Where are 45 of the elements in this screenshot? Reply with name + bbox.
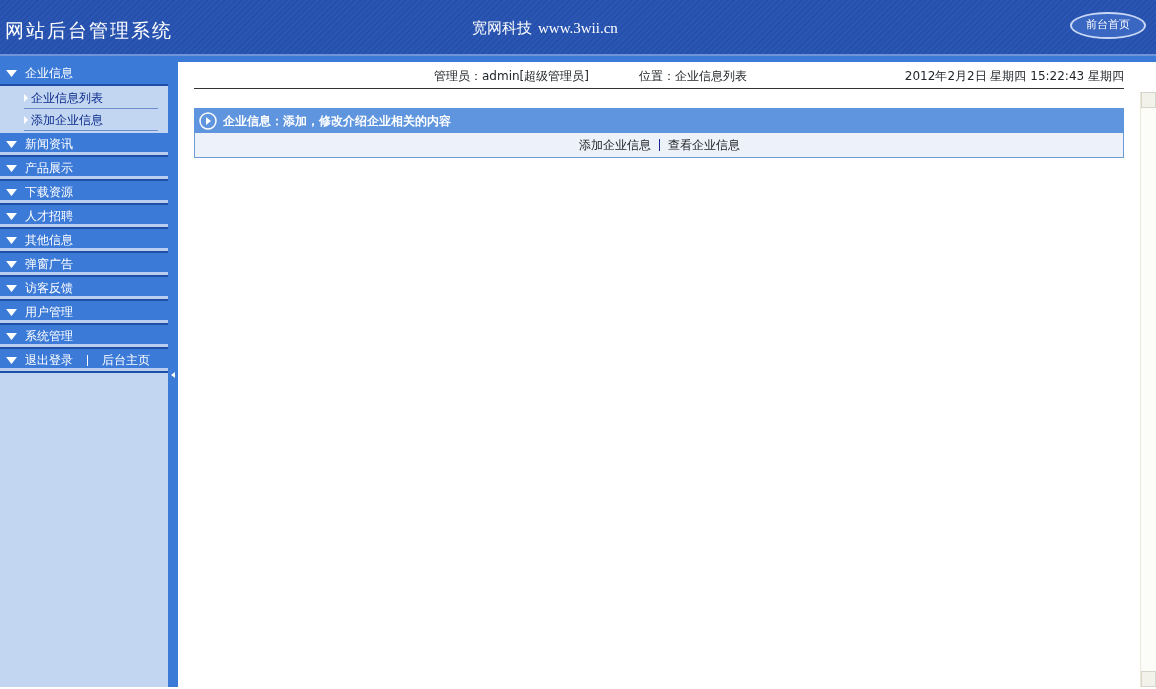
- admin-info: 管理员：admin[超级管理员]: [434, 68, 589, 85]
- triangle-down-icon: [6, 308, 17, 316]
- location-text: 位置：企业信息列表: [638, 68, 747, 85]
- footer-link[interactable]: 后台主页: [102, 351, 150, 369]
- site-url: www.3wii.cn: [538, 20, 618, 36]
- triangle-down-icon: [6, 164, 17, 172]
- menu-group[interactable]: 访客反馈: [0, 277, 168, 301]
- triangle-down-icon: [6, 236, 17, 244]
- triangle-down-icon: [6, 356, 17, 364]
- submenu-link[interactable]: 企业信息列表: [31, 88, 103, 107]
- play-circle-icon: [199, 111, 217, 130]
- menu-group[interactable]: 系统管理: [0, 325, 168, 349]
- submenu-link[interactable]: 添加企业信息: [31, 110, 103, 129]
- triangle-down-icon: [6, 284, 17, 292]
- scrollbar[interactable]: [1140, 92, 1156, 687]
- company-name: 宽网科技: [472, 19, 532, 37]
- triangle-right-icon: [24, 115, 28, 124]
- panel-link[interactable]: 添加企业信息: [578, 136, 651, 154]
- triangle-down-icon: [6, 69, 17, 77]
- scroll-up-button[interactable]: [1141, 92, 1156, 108]
- menu-group[interactable]: 用户管理: [0, 301, 168, 325]
- panel-title: 企业信息：添加，修改介绍企业相关的内容: [223, 112, 451, 130]
- triangle-down-icon: [6, 260, 17, 268]
- menu-group[interactable]: 企业信息: [0, 62, 168, 86]
- menu-group[interactable]: 人才招聘: [0, 205, 168, 229]
- frontend-home-link[interactable]: 前台首页: [1070, 12, 1146, 39]
- datetime-text: 2012年2月2日 星期四 15:22:43 星期四: [904, 68, 1124, 85]
- menu-group[interactable]: 新闻资讯: [0, 133, 168, 157]
- sidebar-splitter[interactable]: [168, 62, 178, 687]
- triangle-down-icon: [6, 212, 17, 220]
- separator: [87, 354, 88, 366]
- triangle-right-icon: [24, 93, 28, 102]
- menu-group[interactable]: 下载资源: [0, 181, 168, 205]
- collapse-arrow-icon: [171, 371, 175, 378]
- system-title: 网站后台管理系统: [4, 17, 174, 43]
- menu-group[interactable]: 其他信息: [0, 229, 168, 253]
- menu-group[interactable]: 产品展示: [0, 157, 168, 181]
- triangle-down-icon: [6, 332, 17, 340]
- menu-group[interactable]: 弹窗广告: [0, 253, 168, 277]
- separator: [658, 139, 660, 151]
- footer-link[interactable]: 退出登录: [25, 351, 73, 369]
- triangle-down-icon: [6, 140, 17, 148]
- panel-link[interactable]: 查看企业信息: [667, 136, 740, 154]
- scroll-down-button[interactable]: [1141, 671, 1156, 687]
- triangle-down-icon: [6, 188, 17, 196]
